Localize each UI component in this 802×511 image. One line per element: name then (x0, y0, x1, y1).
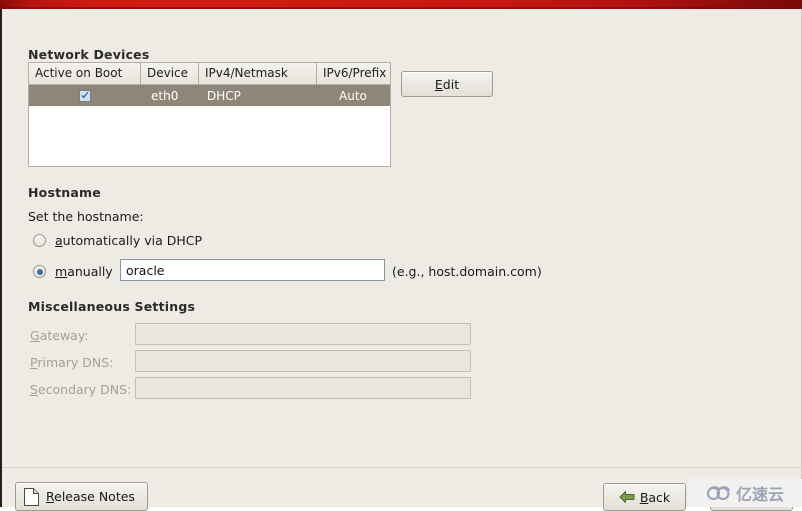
radio-manual[interactable] (33, 265, 46, 278)
manual-rest: anually (67, 264, 113, 279)
edit-mnemonic: E (434, 76, 443, 92)
cell-ipv6-prefix: Auto (339, 88, 367, 103)
content-area: Network Devices Active on Boot Device IP… (2, 9, 801, 511)
hostname-heading: Hostname (28, 185, 101, 200)
secondary-dns-rest: econdary DNS: (37, 382, 132, 397)
release-notes-mnemonic: R (46, 489, 55, 504)
radio-automatic[interactable] (33, 234, 46, 247)
installer-window: Network Devices Active on Boot Device IP… (0, 0, 802, 511)
edit-rest: dit (442, 76, 460, 92)
gateway-input (135, 323, 471, 345)
hostname-example-hint: (e.g., host.domain.com) (392, 264, 542, 279)
active-on-boot-checkbox[interactable] (79, 89, 91, 102)
secondary-dns-input (135, 377, 471, 399)
cell-ipv4-netmask: DHCP (207, 88, 241, 103)
radio-automatic-label: automatically via DHCP (55, 233, 202, 248)
network-devices-heading: Network Devices (28, 47, 150, 62)
back-rest: ack (648, 489, 671, 505)
table-header-row: Active on Boot Device IPv4/Netmask IPv6/… (29, 63, 390, 85)
footer-separator (2, 467, 801, 468)
secondary-dns-label: Secondary DNS: (30, 382, 131, 397)
column-header-device[interactable]: Device (141, 63, 199, 84)
edit-button-label: Edit (435, 77, 459, 92)
watermark-text: 亿速云 (735, 485, 784, 504)
automatic-mnemonic: a (55, 233, 63, 248)
title-accent-band (0, 0, 802, 9)
column-header-active-on-boot[interactable]: Active on Boot (29, 63, 141, 84)
primary-dns-rest: rimary DNS: (37, 355, 114, 370)
release-notes-rest: elease Notes (54, 489, 135, 504)
release-notes-label: Release Notes (46, 489, 135, 504)
hostname-input[interactable]: oracle (120, 259, 385, 281)
back-button-label: Back (640, 490, 670, 505)
hostname-prompt: Set the hostname: (28, 209, 144, 224)
column-header-ipv6-prefix[interactable]: IPv6/Prefix (317, 63, 390, 84)
automatic-rest: utomatically via DHCP (62, 233, 202, 248)
manual-mnemonic: m (55, 264, 68, 279)
table-row[interactable]: eth0 DHCP Auto (29, 85, 390, 106)
gateway-label: Gateway: (30, 328, 89, 343)
radio-manual-label: manually (55, 264, 113, 279)
gateway-rest: ateway: (39, 328, 89, 343)
table-empty-area (29, 106, 390, 166)
secondary-dns-mnemonic: S (30, 382, 38, 397)
primary-dns-input (135, 350, 471, 372)
hostname-option-automatic[interactable]: automatically via DHCP (33, 233, 202, 248)
watermark-overlay: 亿速云 (688, 479, 802, 507)
gateway-mnemonic: G (30, 328, 40, 343)
cell-device: eth0 (151, 88, 179, 103)
arrow-left-icon (619, 490, 635, 504)
cell-active-on-boot (29, 89, 141, 102)
network-devices-table[interactable]: Active on Boot Device IPv4/Netmask IPv6/… (28, 62, 391, 167)
cloud-logo-icon (706, 484, 732, 502)
edit-button[interactable]: Edit (401, 71, 493, 97)
primary-dns-label: Primary DNS: (30, 355, 113, 370)
column-header-ipv4-netmask[interactable]: IPv4/Netmask (199, 63, 317, 84)
document-icon (24, 487, 39, 506)
miscellaneous-heading: Miscellaneous Settings (28, 299, 196, 314)
hostname-option-manual[interactable]: manually (33, 264, 113, 279)
